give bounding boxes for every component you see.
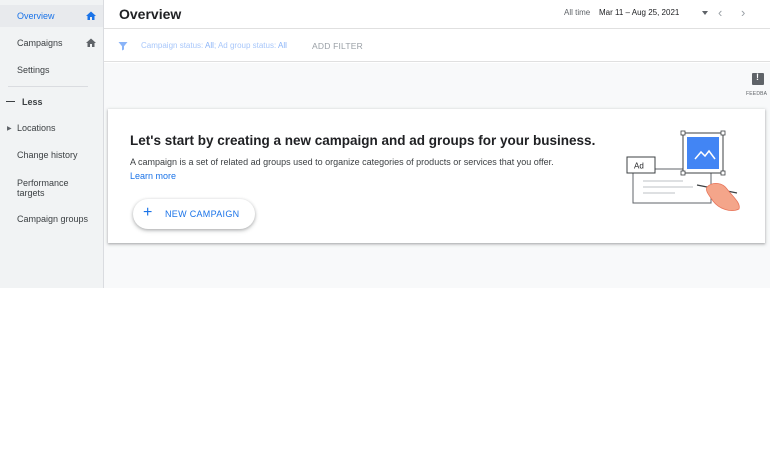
feedback-label: FEEDBA xyxy=(746,91,768,97)
filter-icon[interactable] xyxy=(117,40,129,52)
filter-bar: Campaign status: All; Ad group status: A… xyxy=(104,30,770,62)
learn-more-link[interactable]: Learn more xyxy=(130,171,176,181)
campaign-status-label: Campaign status: xyxy=(141,41,206,50)
sidebar-item-change-history[interactable]: Change history xyxy=(0,144,103,166)
sidebar-item-label: Performance targets xyxy=(17,177,69,199)
header: Overview All time Mar 11 – Aug 25, 2021 … xyxy=(104,0,770,29)
date-range-label: All time xyxy=(564,8,591,17)
sidebar-item-settings[interactable]: Settings xyxy=(0,59,103,81)
sidebar-divider xyxy=(8,86,88,87)
feedback-button[interactable]: FEEDBA xyxy=(744,72,770,103)
sidebar-item-label: Campaign groups xyxy=(17,214,89,224)
sidebar: Overview Campaigns Settings Less ▶ Locat… xyxy=(0,0,104,288)
ad-group-status-value: All xyxy=(277,41,287,50)
card-title: Let's start by creating a new campaign a… xyxy=(130,133,596,148)
campaign-status-value: All xyxy=(205,41,214,50)
sidebar-item-campaign-groups[interactable]: Campaign groups xyxy=(0,208,103,230)
date-range-selector[interactable]: Mar 11 – Aug 25, 2021 xyxy=(599,8,679,17)
sidebar-item-label: Campaigns xyxy=(17,38,63,48)
app: Overview Campaigns Settings Less ▶ Locat… xyxy=(0,0,770,288)
collapse-icon xyxy=(6,101,15,103)
campaign-illustration: Ad xyxy=(626,130,740,211)
sidebar-item-overview[interactable]: Overview xyxy=(0,5,103,27)
chevron-right-icon[interactable]: › xyxy=(741,5,745,20)
new-campaign-card: Let's start by creating a new campaign a… xyxy=(108,109,765,243)
dropdown-arrow-icon[interactable] xyxy=(702,11,708,15)
chevron-left-icon[interactable]: ‹ xyxy=(718,5,722,20)
sidebar-item-campaigns[interactable]: Campaigns xyxy=(0,32,103,54)
add-filter-button[interactable]: ADD FILTER xyxy=(312,41,363,51)
ad-tag-text: Ad xyxy=(634,162,644,171)
plus-icon: + xyxy=(143,204,153,221)
sidebar-item-label: Locations xyxy=(17,123,56,133)
new-campaign-label: NEW CAMPAIGN xyxy=(165,209,240,219)
page-title: Overview xyxy=(119,6,182,22)
sidebar-item-label: Overview xyxy=(17,11,55,21)
card-description: A campaign is a set of related ad groups… xyxy=(130,157,554,167)
home-icon xyxy=(86,38,96,47)
ad-group-status-label: ; Ad group status: xyxy=(213,41,278,50)
home-icon xyxy=(86,11,96,20)
sidebar-item-label: Less xyxy=(22,97,43,107)
sidebar-item-locations[interactable]: ▶ Locations xyxy=(0,117,103,139)
filter-summary[interactable]: Campaign status: All; Ad group status: A… xyxy=(141,41,287,50)
caret-right-icon: ▶ xyxy=(7,125,12,132)
new-campaign-button[interactable]: + NEW CAMPAIGN xyxy=(133,199,255,229)
sidebar-item-less[interactable]: Less xyxy=(0,91,103,113)
feedback-icon xyxy=(752,72,764,85)
sidebar-item-label: Settings xyxy=(17,65,50,75)
sidebar-item-performance-targets[interactable]: Performance targets xyxy=(0,173,103,203)
main-content: FEEDBA Let's start by creating a new cam… xyxy=(104,63,770,288)
sidebar-item-label: Change history xyxy=(17,150,78,160)
